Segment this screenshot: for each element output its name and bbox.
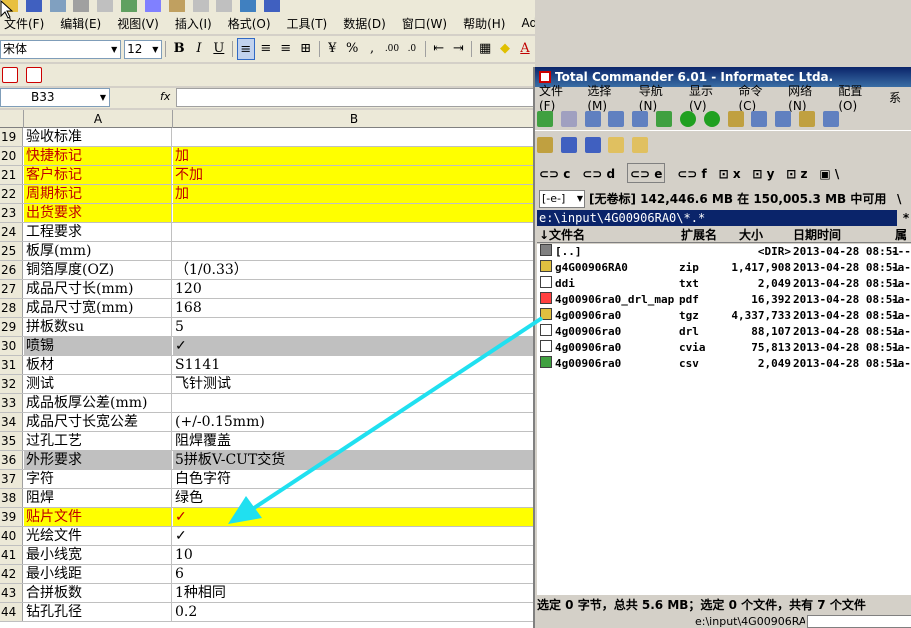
- mouse-cursor-icon: [0, 0, 14, 19]
- annotation-arrow: [228, 316, 544, 524]
- arrow-head: [228, 496, 262, 524]
- desktop-screen: 文件(F) 编辑(E) 视图(V) 插入(I) 格式(O) 工具(T) 数据(D…: [0, 0, 911, 628]
- arrow-line: [246, 316, 544, 514]
